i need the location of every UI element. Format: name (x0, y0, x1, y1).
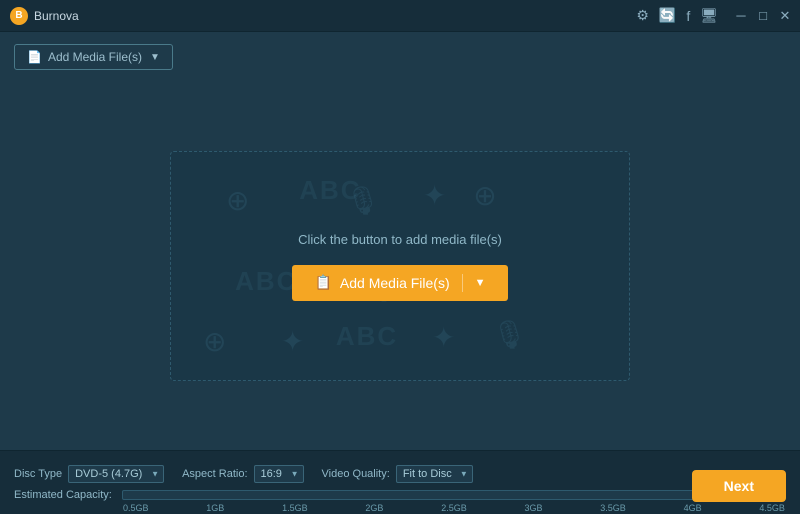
add-media-toolbar-label: Add Media File(s) (48, 50, 142, 64)
disc-type-label: Disc Type (14, 468, 62, 480)
drop-zone: ⊕ 🎙 ABC ⊕ ✦ ABC 🎙 ABC ⊕ ✦ ABC ✦ 🎙 Click … (170, 151, 630, 381)
app-icon: B (10, 7, 28, 25)
disc-type-select[interactable]: DVD-5 (4.7G) DVD-9 (8.5G) Blu-ray 25G Bl… (68, 465, 164, 483)
app-title: Burnova (34, 9, 79, 23)
add-media-toolbar-button[interactable]: 📄 Add Media File(s) ▼ (14, 44, 173, 70)
dropzone-message: Click the button to add media file(s) (298, 232, 502, 247)
disc-type-select-wrapper: DVD-5 (4.7G) DVD-9 (8.5G) Blu-ray 25G Bl… (68, 465, 164, 483)
title-bar: B Burnova ⚙ 🔄 f 🖥 ─ □ ✕ (0, 0, 800, 32)
close-button[interactable]: ✕ (778, 9, 792, 23)
screen-icon[interactable]: 🖥 (700, 7, 718, 24)
wm-abc-4: ABC (336, 321, 398, 352)
tick-1: 1GB (206, 503, 224, 513)
capacity-row: Estimated Capacity: 0.5GB 1GB 1.5GB 2GB … (14, 489, 786, 501)
add-media-main-label: Add Media File(s) (340, 275, 450, 291)
tick-2: 1.5GB (282, 503, 308, 513)
wm-film-icon-1: ⊕ (226, 184, 249, 217)
next-button[interactable]: Next (692, 470, 786, 502)
video-quality-group: Video Quality: Fit to Disc High Medium L… (322, 465, 473, 483)
tick-0: 0.5GB (123, 503, 149, 513)
capacity-bar: 0.5GB 1GB 1.5GB 2GB 2.5GB 3GB 3.5GB 4GB … (122, 490, 786, 500)
wm-film-icon-2: ⊕ (473, 179, 496, 212)
tick-6: 3.5GB (600, 503, 626, 513)
controls-row: Disc Type DVD-5 (4.7G) DVD-9 (8.5G) Blu-… (14, 465, 786, 483)
toolbar-dropdown-arrow: ▼ (150, 52, 160, 63)
tick-5: 3GB (524, 503, 542, 513)
video-quality-select-wrapper: Fit to Disc High Medium Low (396, 465, 473, 483)
btn-separator (462, 274, 463, 292)
add-media-icon: 📄 (27, 50, 42, 64)
aspect-ratio-select[interactable]: 16:9 4:3 (254, 465, 304, 483)
bottom-container: Disc Type DVD-5 (4.7G) DVD-9 (8.5G) Blu-… (0, 450, 800, 514)
minimize-button[interactable]: ─ (734, 9, 748, 23)
add-media-main-arrow: ▼ (475, 277, 486, 289)
add-media-main-icon: 📋 (314, 274, 331, 291)
aspect-ratio-group: Aspect Ratio: 16:9 4:3 (182, 465, 303, 483)
titlebar-controls: ⚙ 🔄 f 🖥 ─ □ ✕ (636, 7, 792, 24)
aspect-ratio-select-wrapper: 16:9 4:3 (254, 465, 304, 483)
wm-mic-icon-3: 🎙 (492, 318, 528, 351)
video-quality-select[interactable]: Fit to Disc High Medium Low (396, 465, 473, 483)
bottom-bar: Disc Type DVD-5 (4.7G) DVD-9 (8.5G) Blu-… (0, 450, 800, 514)
add-media-main-button[interactable]: 📋 Add Media File(s) ▼ (292, 265, 507, 301)
tick-7: 4GB (684, 503, 702, 513)
wm-star-icon-3: ✦ (432, 321, 455, 354)
facebook-icon[interactable]: f (686, 8, 690, 24)
window-controls: ─ □ ✕ (734, 9, 792, 23)
capacity-ticks: 0.5GB 1GB 1.5GB 2GB 2.5GB 3GB 3.5GB 4GB … (123, 503, 785, 513)
tick-3: 2GB (365, 503, 383, 513)
wm-mic-icon-1: 🎙 (345, 184, 381, 217)
wm-abc-1: ABC (299, 175, 361, 206)
tick-8: 4.5GB (759, 503, 785, 513)
title-bar-left: B Burnova (10, 7, 79, 25)
video-quality-label: Video Quality: (322, 468, 390, 480)
disc-type-group: Disc Type DVD-5 (4.7G) DVD-9 (8.5G) Blu-… (14, 465, 164, 483)
settings-icon[interactable]: ⚙ (636, 7, 649, 24)
tick-4: 2.5GB (441, 503, 467, 513)
aspect-ratio-label: Aspect Ratio: (182, 468, 247, 480)
capacity-label: Estimated Capacity: (14, 489, 114, 501)
main-area: ⊕ 🎙 ABC ⊕ ✦ ABC 🎙 ABC ⊕ ✦ ABC ✦ 🎙 Click … (0, 82, 800, 450)
update-icon[interactable]: 🔄 (659, 7, 676, 24)
wm-star-icon-1: ✦ (423, 179, 446, 212)
wm-star-icon-2: ✦ (281, 325, 304, 358)
wm-abc-2: ABC (235, 266, 297, 297)
wm-film-icon-3: ⊕ (203, 325, 226, 358)
toolbar: 📄 Add Media File(s) ▼ (0, 32, 800, 82)
maximize-button[interactable]: □ (756, 9, 770, 23)
